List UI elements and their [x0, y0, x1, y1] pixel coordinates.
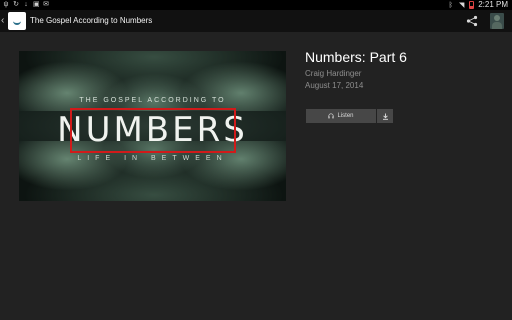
app-logo-icon[interactable]	[8, 12, 26, 30]
back-chevron-icon[interactable]: ‹	[1, 15, 7, 27]
episode-title: Numbers: Part 6	[305, 49, 407, 65]
user-avatar-icon[interactable]	[490, 13, 504, 29]
download-icon	[382, 113, 388, 120]
usb-icon: ψ	[3, 1, 9, 8]
headphones-icon	[328, 113, 335, 119]
status-bar: ψ ↻ ↓ ▣ ✉ ᛒ ◥ 2:21 PM	[0, 0, 512, 10]
status-clock: 2:21 PM	[478, 0, 508, 9]
bluetooth-icon: ᛒ	[448, 1, 453, 9]
image-icon: ▣	[33, 1, 40, 8]
mail-icon: ✉	[43, 1, 49, 8]
download-button[interactable]	[377, 109, 393, 123]
status-notifications: ψ ↻ ↓ ▣ ✉	[3, 1, 49, 8]
action-bar-title: The Gospel According to Numbers	[30, 16, 153, 25]
download-notification-icon: ↓	[24, 1, 28, 8]
listen-button[interactable]: Listen	[306, 109, 376, 123]
wifi-icon: ◥	[459, 1, 465, 9]
listen-label: Listen	[337, 113, 354, 119]
episode-date: August 17, 2014	[305, 81, 364, 90]
artwork-tagline: LIFE IN BETWEEN	[77, 155, 228, 162]
status-system: ᛒ ◥ 2:21 PM	[447, 0, 508, 10]
episode-author: Craig Hardinger	[305, 69, 362, 78]
episode-artwork: THE GOSPEL ACCORDING TO NUMBERS LIFE IN …	[19, 51, 286, 201]
action-bar: ‹ The Gospel According to Numbers	[0, 10, 512, 32]
artwork-highlight-frame	[70, 108, 236, 153]
battery-icon	[469, 1, 475, 9]
sync-icon: ↻	[13, 1, 19, 8]
artwork-kicker: THE GOSPEL ACCORDING TO	[79, 97, 226, 104]
share-icon[interactable]	[466, 15, 478, 27]
